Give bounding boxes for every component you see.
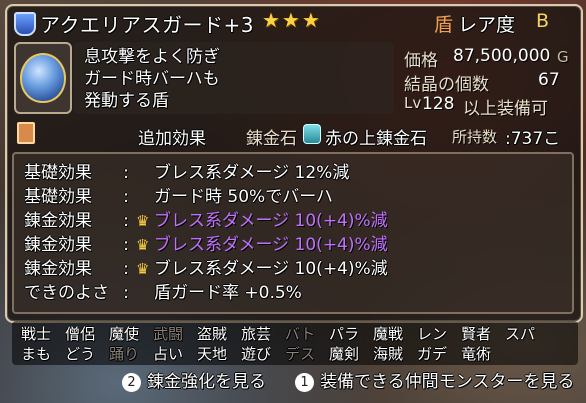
book-icon <box>17 122 35 144</box>
effect-colon: : <box>123 163 129 183</box>
effect-colon: : <box>123 235 129 255</box>
job-label: バト <box>284 325 316 343</box>
effect-text: ブレス系ダメージ 10(+4)%減 <box>154 211 388 231</box>
description-line: 発動する盾 <box>84 91 169 111</box>
job-label: レン <box>416 325 447 343</box>
orb-shield-icon <box>20 53 66 103</box>
effect-type: 基礎効果 <box>24 163 92 183</box>
crystal-label: 結晶の個数 <box>404 75 489 95</box>
effect-colon: : <box>123 283 129 303</box>
effect-colon: : <box>123 259 129 279</box>
rarity-label: レア度 <box>458 14 516 36</box>
crown-icon: ♛ <box>136 212 150 230</box>
effect-row: 基礎効果: ガード時 50%でバーハ <box>24 182 333 207</box>
job-label: 武闘 <box>152 325 183 343</box>
job-label: 海賊 <box>372 345 403 363</box>
job-label: どう <box>64 345 95 363</box>
effect-colon: : <box>123 211 129 231</box>
job-label: 魔戦 <box>372 325 403 343</box>
job-label: 賢者 <box>460 325 491 343</box>
price-unit: G <box>557 48 569 66</box>
job-label: 占い <box>152 345 183 363</box>
level-prefix: Lv <box>404 94 422 112</box>
job-label: 竜術 <box>460 345 491 363</box>
price-label: 価格 <box>404 51 438 71</box>
button-1-icon: 1 <box>295 373 314 392</box>
effect-text: 盾ガード率 +0.5% <box>154 283 302 303</box>
level-suffix: 以上装備可 <box>463 99 548 119</box>
job-label: 魔使 <box>108 325 139 343</box>
crystal-value: 67 <box>538 70 560 90</box>
job-label: 踊り <box>108 345 139 363</box>
view-alchemy-label: 錬金強化を見る <box>147 372 266 392</box>
shield-category-icon: 盾 <box>434 14 454 36</box>
job-label: 遊び <box>240 345 271 363</box>
gem-icon <box>303 124 321 144</box>
job-label: 僧侶 <box>64 325 95 343</box>
effect-row: 錬金効果: ♛ ブレス系ダメージ 10(+4)%減 <box>24 206 388 231</box>
effect-text: ブレス系ダメージ 10(+4)%減 <box>154 235 388 255</box>
shield-icon <box>14 12 36 36</box>
job-label: まも <box>20 345 51 363</box>
job-label: 天地 <box>196 345 227 363</box>
description-line: 息攻撃をよく防ぎ <box>84 47 220 67</box>
alchemy-stone-value: 赤の上錬金石 <box>325 129 427 149</box>
effect-colon: : <box>123 187 129 207</box>
effect-type: 基礎効果 <box>24 187 92 207</box>
effect-row: 錬金効果: ♛ ブレス系ダメージ 10(+4)%減 <box>24 230 388 255</box>
effect-type: 錬金効果 <box>24 211 92 231</box>
job-label: 盗賊 <box>196 325 227 343</box>
job-label: パラ <box>328 325 359 343</box>
job-label: 魔剣 <box>328 345 359 363</box>
job-label: 旅芸 <box>240 325 271 343</box>
effect-text: ブレス系ダメージ 10(+4)%減 <box>154 259 388 279</box>
description-line: ガード時バーハも <box>84 69 220 89</box>
job-label: デス <box>284 345 315 363</box>
effect-row: 錬金効果: ♛ ブレス系ダメージ 10(+4)%減 <box>24 254 388 279</box>
view-monsters-button[interactable]: 1 装備できる仲間モンスターを見る <box>295 367 574 392</box>
effect-row: 基礎効果: ブレス系ダメージ 12%減 <box>24 158 350 183</box>
view-alchemy-button[interactable]: 2 錬金強化を見る <box>122 367 266 392</box>
crown-icon: ♛ <box>136 260 150 278</box>
job-label: スパ <box>504 325 535 343</box>
level-value: 128 <box>422 94 455 114</box>
button-2-icon: 2 <box>122 373 141 392</box>
owned-label: 所持数 <box>452 128 498 146</box>
price-value: 87,500,000 <box>453 46 551 66</box>
effect-row: できのよさ: 盾ガード率 +0.5% <box>24 278 302 303</box>
job-label: 戦士 <box>20 325 51 343</box>
effect-text: ガード時 50%でバーハ <box>154 187 333 207</box>
effect-type: 錬金効果 <box>24 235 92 255</box>
alchemy-stone-label: 錬金石 <box>246 129 297 149</box>
crown-icon: ♛ <box>136 236 150 254</box>
effect-text: ブレス系ダメージ 12%減 <box>154 163 350 183</box>
rarity-value: B <box>536 10 550 32</box>
effect-type: 錬金効果 <box>24 259 92 279</box>
item-name: アクエリアスガード+3 <box>40 13 254 37</box>
effect-type: できのよさ <box>24 283 109 303</box>
job-label: ガデ <box>416 345 447 363</box>
owned-value: :737こ <box>505 129 561 149</box>
item-icon-frame <box>14 42 72 114</box>
rarity-stars: ★★★ <box>262 8 322 32</box>
tab-extra-effects[interactable]: 追加効果 <box>138 124 206 149</box>
view-monsters-label: 装備できる仲間モンスターを見る <box>320 372 575 392</box>
